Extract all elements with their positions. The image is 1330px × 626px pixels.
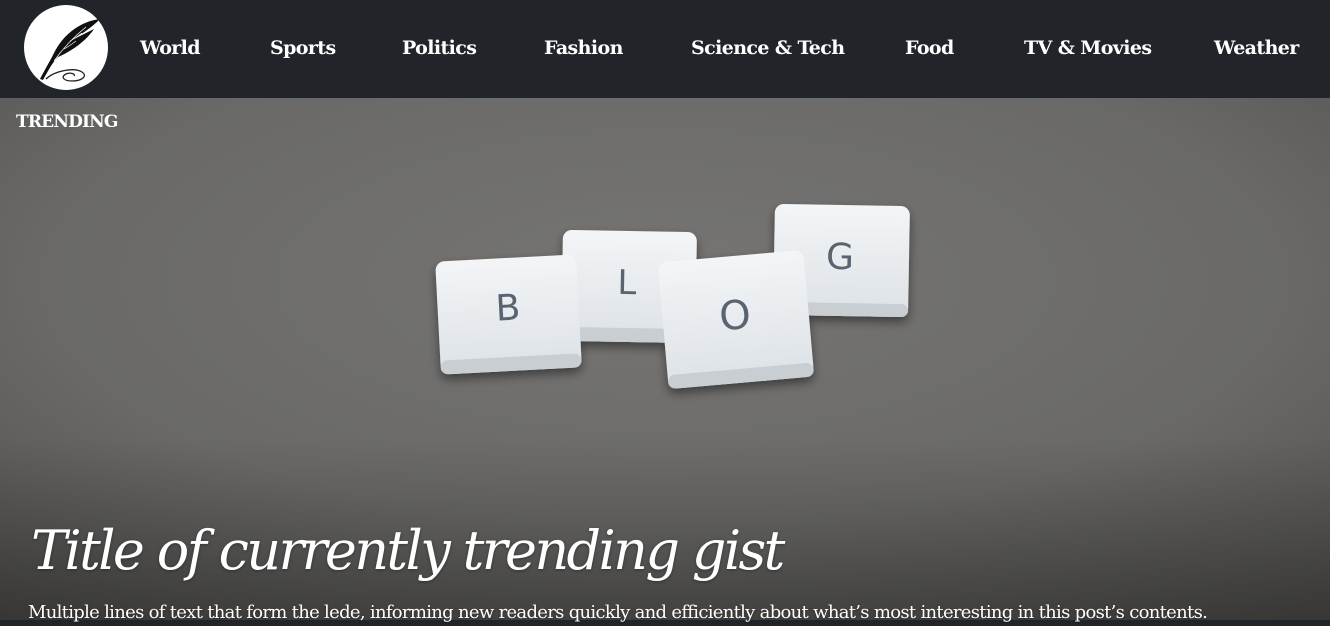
site-logo[interactable] xyxy=(24,5,108,90)
nav-link-science-tech[interactable]: Science & Tech xyxy=(691,34,845,62)
nav-link-weather[interactable]: Weather xyxy=(1214,34,1299,62)
nav-link-fashion[interactable]: Fashion xyxy=(544,34,623,62)
trending-lede: Multiple lines of text that form the led… xyxy=(28,602,1208,623)
nav-link-world[interactable]: World xyxy=(140,34,201,62)
nav-link-food[interactable]: Food xyxy=(905,34,954,62)
svg-text:O: O xyxy=(717,292,752,341)
trending-label: TRENDING xyxy=(16,112,118,132)
nav-link-tv-movies[interactable]: TV & Movies xyxy=(1024,34,1152,62)
nav-link-sports[interactable]: Sports xyxy=(270,34,336,62)
top-navbar: World Sports Politics Fashion Science & … xyxy=(0,0,1330,98)
nav-link-politics[interactable]: Politics xyxy=(402,34,477,62)
svg-text:B: B xyxy=(495,287,522,329)
svg-text:L: L xyxy=(617,263,637,303)
quill-pen-icon xyxy=(40,19,100,82)
trending-title[interactable]: Title of currently trending gist xyxy=(31,518,785,584)
svg-text:G: G xyxy=(826,237,855,278)
